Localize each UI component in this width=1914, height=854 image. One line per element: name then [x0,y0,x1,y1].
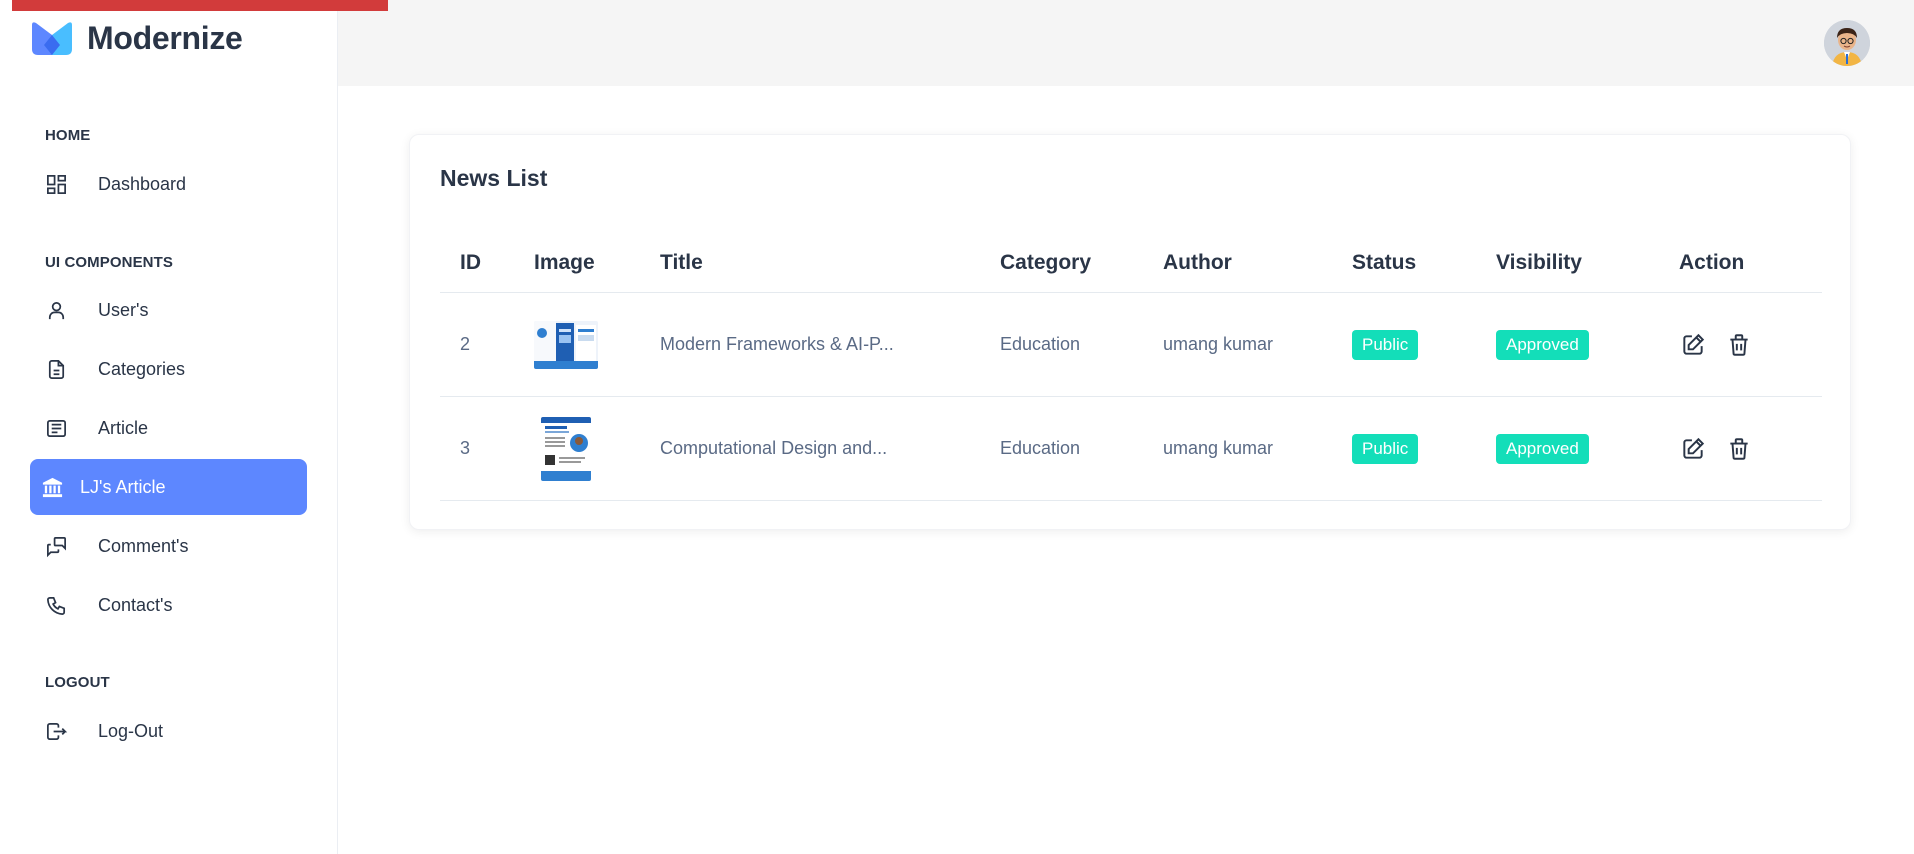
brand-name: Modernize [87,20,243,56]
delete-button[interactable] [1725,435,1753,463]
article-thumbnail[interactable] [534,320,598,369]
logout-icon [44,719,68,743]
article-icon [44,416,68,440]
sidebar-item-label: Article [98,417,149,438]
col-header-visibility: Visibility [1496,251,1582,274]
row-author: umang kumar [1163,438,1274,458]
row-actions [1679,397,1753,500]
sidebar-item-dashboard[interactable]: Dashboard [30,156,307,212]
sidebar-item-label: LJ's Article [80,476,166,497]
table-row: 3 Computational Design and... Education … [440,397,1822,501]
row-title: Computational Design and... [660,438,888,458]
sidebar-item-label: Comment's [98,535,189,556]
topbar [338,0,1914,86]
section-title-ui-components: UI COMPONENTS [45,254,173,271]
user-avatar[interactable] [1824,20,1870,66]
row-id: 2 [460,334,471,354]
sidebar: Modernize HOME Dashboard UI COMPONENTS U… [0,0,338,854]
user-icon [44,298,68,322]
logo-icon [32,21,72,55]
visibility-badge: Approved [1496,433,1589,464]
sidebar-item-contacts[interactable]: Contact's [30,577,307,633]
sidebar-item-label: Log-Out [98,720,164,741]
col-header-action: Action [1679,251,1745,274]
edit-icon [1683,333,1705,355]
row-title: Modern Frameworks & AI-P... [660,334,894,354]
table-row: 2 Modern Frameworks & AI-P... Education … [440,293,1822,397]
table-header: ID Image Title Category Author Status Vi… [440,233,1822,293]
status-badge: Public [1352,433,1419,464]
row-actions [1679,293,1753,396]
sidebar-item-log-out[interactable]: Log-Out [30,703,307,759]
sidebar-item-label: Dashboard [98,173,187,194]
visibility-badge: Approved [1496,329,1589,360]
file-icon [44,357,68,381]
col-header-status: Status [1352,251,1417,274]
section-title-logout: LOGOUT [45,674,110,691]
dashboard-icon [44,172,68,196]
sidebar-item-categories[interactable]: Categories [30,341,307,397]
row-category: Education [1000,334,1081,354]
news-list-card: News List ID Image Title Category Author… [409,134,1851,530]
col-header-title: Title [660,251,703,274]
sidebar-item-article[interactable]: Article [30,400,307,456]
status-badge: Public [1352,329,1419,360]
article-thumbnail[interactable] [541,416,591,481]
card-title: News List [440,165,548,191]
col-header-image: Image [534,251,595,274]
brand-logo[interactable]: Modernize [30,20,243,57]
edit-icon [1683,437,1705,459]
row-author: umang kumar [1163,334,1274,354]
sidebar-item-label: User's [98,299,149,320]
trash-icon [1730,333,1748,356]
trash-icon [1730,437,1748,460]
section-title-home: HOME [45,127,91,144]
row-id: 3 [460,438,471,458]
edit-button[interactable] [1679,331,1707,359]
messages-icon [44,534,68,558]
sidebar-item-comments[interactable]: Comment's [30,518,307,574]
news-table: ID Image Title Category Author Status Vi… [440,233,1822,501]
building-icon [40,475,64,499]
phone-icon [44,593,68,617]
row-category: Education [1000,438,1081,458]
sidebar-item-users[interactable]: User's [30,282,307,338]
sidebar-item-label: Categories [98,358,186,379]
sidebar-item-label: Contact's [98,594,173,615]
col-header-author: Author [1163,251,1232,274]
edit-button[interactable] [1679,435,1707,463]
sidebar-item-ljs-article[interactable]: LJ's Article [30,459,307,515]
delete-button[interactable] [1725,331,1753,359]
col-header-id: ID [460,251,481,274]
col-header-category: Category [1000,251,1092,274]
loading-progress-bar [12,0,388,11]
